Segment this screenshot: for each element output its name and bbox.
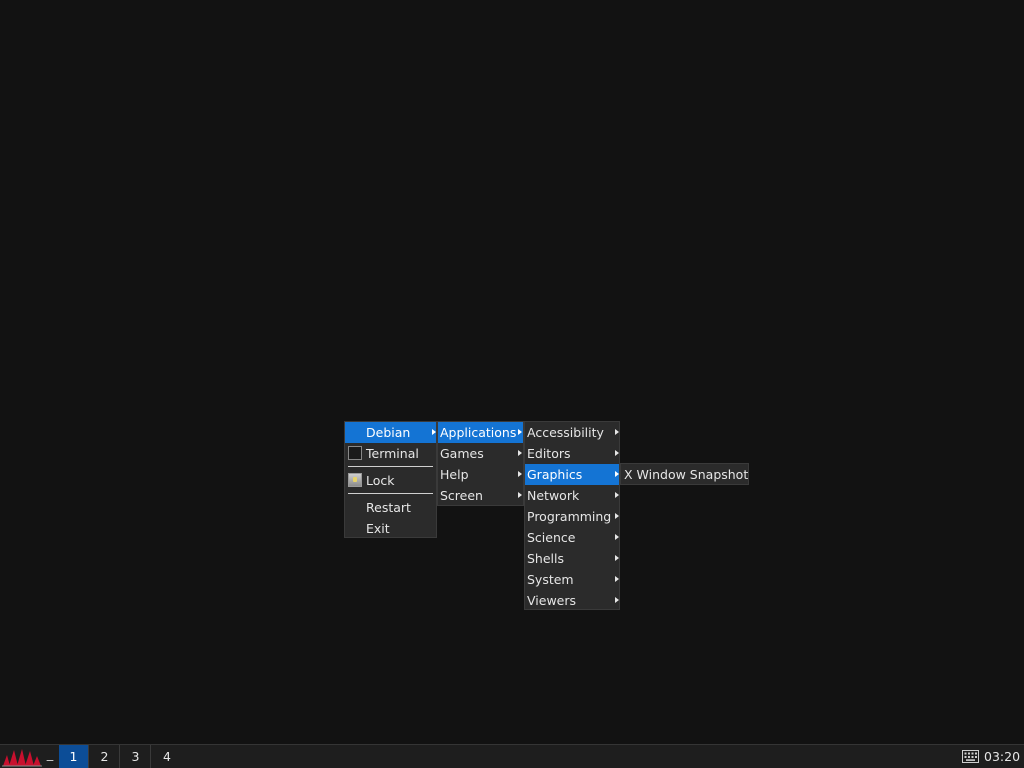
menu-item-label: Viewers [527, 593, 577, 608]
menu-item-exit[interactable]: Exit [345, 518, 436, 539]
menu-item-label: Exit [366, 521, 390, 536]
workspace-2-button[interactable]: 2 [90, 745, 120, 768]
menu-item-network[interactable]: Network [525, 485, 619, 506]
keyboard-icon[interactable] [962, 750, 979, 763]
submenu-arrow-icon [615, 471, 619, 477]
submenu-arrow-icon [518, 492, 522, 498]
menu-item-label: Screen [440, 488, 483, 503]
menu-item-label: Restart [366, 500, 411, 515]
menu-item-label: System [527, 572, 574, 587]
applications-submenu: Accessibility Editors Graphics Network P… [524, 421, 620, 610]
menu-item-label: Applications [440, 425, 517, 440]
workspace-1-button[interactable]: 1 [59, 745, 89, 768]
menu-item-label: Terminal [366, 446, 419, 461]
menu-item-help[interactable]: Help [438, 464, 523, 485]
submenu-arrow-icon [615, 534, 619, 540]
submenu-arrow-icon [615, 576, 619, 582]
submenu-arrow-icon [615, 597, 619, 603]
submenu-arrow-icon [518, 429, 522, 435]
menu-item-label: Debian [366, 425, 411, 440]
menu-item-label: Science [527, 530, 576, 545]
menu-item-science[interactable]: Science [525, 527, 619, 548]
graphics-submenu: X Window Snapshot [620, 463, 749, 485]
menu-item-applications[interactable]: Applications [438, 422, 523, 443]
menu-item-system[interactable]: System [525, 569, 619, 590]
menu-item-lock[interactable]: Lock [345, 470, 436, 491]
menu-item-label: X Window Snapshot [624, 467, 749, 482]
jwm-logo-icon[interactable] [2, 747, 42, 767]
clock[interactable]: 03:20 [984, 745, 1020, 768]
submenu-arrow-icon [615, 492, 619, 498]
submenu-arrow-icon [518, 450, 522, 456]
show-desktop-button[interactable]: _ [42, 745, 58, 768]
menu-item-label: Help [440, 467, 469, 482]
desktop: Debian Terminal Lock Restart Exit Applic… [0, 0, 1024, 744]
submenu-arrow-icon [615, 513, 619, 519]
menu-item-label: Games [440, 446, 484, 461]
menu-item-graphics[interactable]: Graphics [525, 464, 619, 485]
menu-item-label: Programming [527, 509, 612, 524]
menu-item-editors[interactable]: Editors [525, 443, 619, 464]
menu-item-label: Graphics [527, 467, 583, 482]
workspace-4-button[interactable]: 4 [152, 745, 182, 768]
menu-item-label: Shells [527, 551, 565, 566]
menu-item-label: Network [527, 488, 580, 503]
menu-item-restart[interactable]: Restart [345, 497, 436, 518]
menu-item-viewers[interactable]: Viewers [525, 590, 619, 611]
lock-icon [348, 473, 362, 487]
menu-item-programming[interactable]: Programming [525, 506, 619, 527]
terminal-icon [348, 446, 362, 460]
menu-item-label: Lock [366, 473, 395, 488]
submenu-arrow-icon [432, 429, 436, 435]
submenu-arrow-icon [518, 471, 522, 477]
menu-item-shells[interactable]: Shells [525, 548, 619, 569]
submenu-arrow-icon [615, 429, 619, 435]
menu-item-screen[interactable]: Screen [438, 485, 523, 506]
menu-item-accessibility[interactable]: Accessibility [525, 422, 619, 443]
taskbar: _ 1 2 3 4 03:20 [0, 744, 1024, 768]
root-menu: Debian Terminal Lock Restart Exit [344, 421, 437, 538]
workspace-3-button[interactable]: 3 [121, 745, 151, 768]
menu-item-debian[interactable]: Debian [345, 422, 436, 443]
menu-item-terminal[interactable]: Terminal [345, 443, 436, 464]
submenu-arrow-icon [615, 555, 619, 561]
menu-item-label: Accessibility [527, 425, 604, 440]
menu-item-label: Editors [527, 446, 571, 461]
debian-submenu: Applications Games Help Screen [437, 421, 524, 506]
submenu-arrow-icon [615, 450, 619, 456]
menu-item-x-window-snapshot[interactable]: X Window Snapshot [621, 464, 748, 485]
menu-item-games[interactable]: Games [438, 443, 523, 464]
